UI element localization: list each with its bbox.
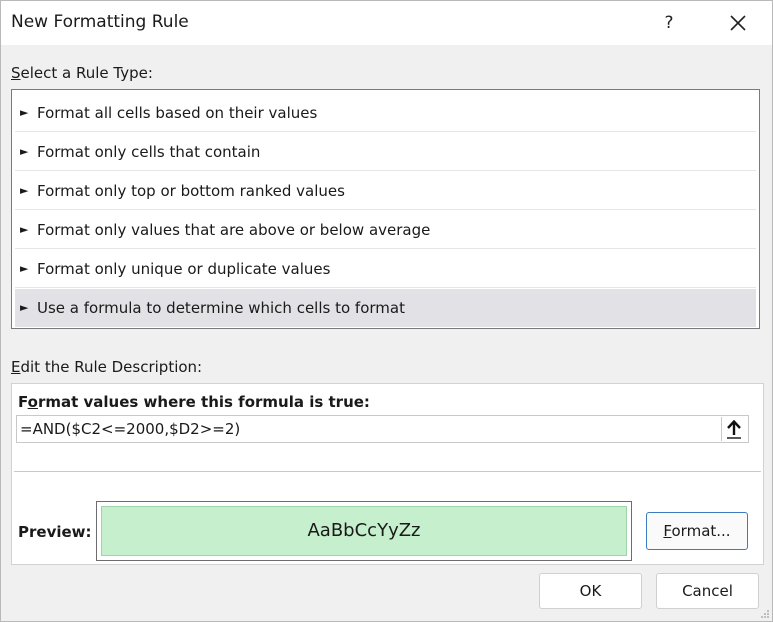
pointer-arrow-icon: ► — [20, 301, 29, 314]
close-button[interactable] — [717, 5, 759, 41]
rule-item-unique-duplicate[interactable]: ► Format only unique or duplicate values — [15, 250, 756, 288]
close-icon — [730, 15, 746, 31]
formula-value: =AND($C2<=2000,$D2>=2) — [20, 420, 241, 438]
rule-type-list[interactable]: ► Format all cells based on their values… — [11, 89, 760, 329]
rule-type-heading: Select a Rule Type: — [11, 64, 153, 82]
help-button[interactable]: ? — [652, 5, 686, 41]
formula-heading: Format values where this formula is true… — [18, 393, 370, 411]
pointer-arrow-icon: ► — [20, 145, 29, 158]
rule-item-all-cells[interactable]: ► Format all cells based on their values — [15, 94, 756, 132]
pointer-arrow-icon: ► — [20, 223, 29, 236]
cancel-button[interactable]: Cancel — [656, 573, 759, 609]
rule-item-above-below-average[interactable]: ► Format only values that are above or b… — [15, 211, 756, 249]
upload-arrow-icon — [727, 419, 741, 439]
new-formatting-rule-dialog: New Formatting Rule ? Select a Rule Type… — [0, 0, 773, 622]
divider — [14, 471, 761, 472]
rule-item-top-bottom[interactable]: ► Format only top or bottom ranked value… — [15, 172, 756, 210]
collapse-dialog-button[interactable] — [721, 417, 746, 441]
preview-frame: AaBbCcYyZz — [96, 501, 632, 561]
formula-input[interactable]: =AND($C2<=2000,$D2>=2) — [16, 415, 749, 443]
preview-sample: AaBbCcYyZz — [101, 506, 627, 556]
rule-item-cells-contain[interactable]: ► Format only cells that contain — [15, 133, 756, 171]
pointer-arrow-icon: ► — [20, 262, 29, 275]
format-button[interactable]: Format... — [646, 512, 748, 550]
title-bar[interactable]: New Formatting Rule ? — [1, 1, 772, 45]
dialog-title: New Formatting Rule — [11, 12, 189, 32]
ok-button[interactable]: OK — [539, 573, 642, 609]
rule-description-panel: Format values where this formula is true… — [11, 383, 764, 565]
preview-label: Preview: — [18, 523, 92, 541]
pointer-arrow-icon: ► — [20, 106, 29, 119]
rule-description-heading: Edit the Rule Description: — [11, 358, 203, 376]
rule-item-use-formula[interactable]: ► Use a formula to determine which cells… — [15, 289, 756, 327]
resize-grip-icon[interactable] — [760, 609, 770, 619]
pointer-arrow-icon: ► — [20, 184, 29, 197]
